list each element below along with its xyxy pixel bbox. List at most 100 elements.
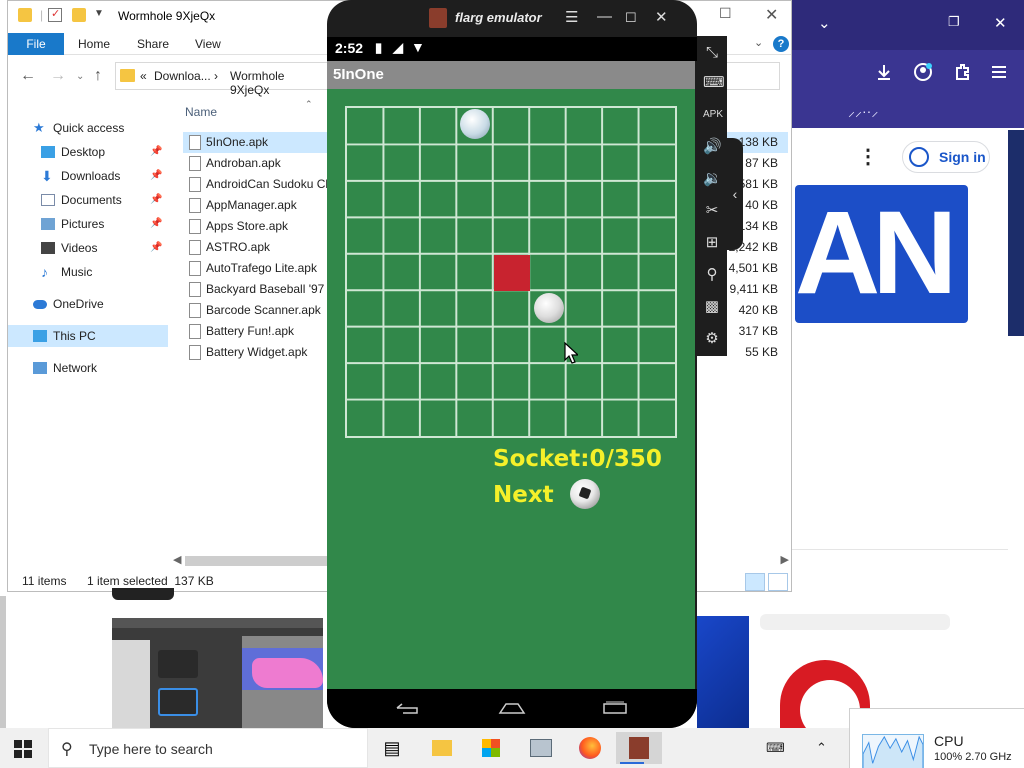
thumbnail-menu [112,618,323,628]
back-arrow-icon[interactable]: ← [20,67,36,85]
forward-arrow-icon[interactable]: → [50,67,66,85]
apk-install-icon[interactable]: APK [703,106,723,124]
emulator-menu-icon[interactable]: ☰ [565,8,578,26]
address-bar[interactable]: « Downloa... › Wormhole 9XjeQx [115,62,328,97]
sidebar-item-quick-access[interactable]: ★ Quick access [8,117,168,139]
photo-app-taskbar-icon[interactable] [525,732,557,764]
sign-in-button[interactable]: Sign in [902,141,990,173]
android-nav-bar [327,689,697,728]
add-icon[interactable]: ⊞ [703,234,721,252]
new-folder-icon[interactable] [72,8,86,22]
sidebar-item-music[interactable]: ♪ Music [8,261,168,283]
sidebar-item-network[interactable]: Network [8,357,168,379]
help-icon[interactable]: ? [773,36,789,52]
close-icon[interactable]: ✕ [765,5,778,25]
volume-up-icon[interactable]: 🔊 [703,138,722,156]
menu-icon[interactable] [990,63,1008,81]
search-placeholder: Type here to search [89,741,213,757]
keyboard-tray-icon[interactable]: ⌨ [766,740,785,756]
recents-nav-icon[interactable] [602,701,628,715]
tab-view[interactable]: View [195,37,221,51]
red-block[interactable] [494,255,530,291]
navigation-pane: ★ Quick access Desktop 📌 ⬇ Downloads 📌 D… [8,109,168,569]
sidebar-item-downloads[interactable]: ⬇ Downloads 📌 [8,165,168,187]
scrollbar-thumb[interactable] [185,556,330,566]
pin-icon[interactable]: 📌 [150,213,162,235]
file-name: ASTRO.apk [206,240,271,254]
pin-icon[interactable]: 📌 [150,165,162,187]
scissors-icon[interactable]: ✂ [703,202,721,220]
emulator-maximize-icon[interactable]: ☐ [625,10,637,26]
image-editor-thumbnail [112,618,323,728]
fullscreen-icon[interactable]: ⤡ [703,44,721,62]
browser-site-strip: ⸝⸝··⸝ [790,98,1024,128]
home-nav-icon[interactable] [498,701,526,715]
scroll-right-icon[interactable]: ▶ [781,553,789,566]
details-view-icon[interactable] [745,573,765,591]
browser-close-icon[interactable]: ✕ [994,14,1007,32]
expand-ribbon-icon[interactable]: ⌄ [754,36,763,49]
file-name: AppManager.apk [206,198,297,212]
page-image-blue [697,616,749,728]
baseball[interactable] [534,293,564,323]
thumbnail-canvas-pink [252,658,323,688]
breadcrumb-overflow[interactable]: « [140,69,147,83]
up-arrow-icon[interactable]: ↑ [94,67,102,85]
file-icon [189,177,201,192]
keyboard-icon[interactable]: ⌨ [703,74,725,92]
collapse-toolbar-icon[interactable]: ‹ [727,138,743,250]
location-icon[interactable]: ⚲ [703,266,721,284]
tab-home[interactable]: Home [78,37,110,51]
maximize-icon[interactable]: ☐ [719,5,732,22]
browser-tab-chevron-icon[interactable]: ⌄ [818,14,831,32]
breadcrumb-wormhole[interactable]: Wormhole 9XjeQx [230,69,327,97]
next-soccer-ball [570,479,600,509]
file-explorer-taskbar-icon[interactable] [426,732,458,764]
sidebar-item-desktop[interactable]: Desktop 📌 [8,141,168,163]
column-header-name[interactable]: Name [185,105,217,119]
show-hidden-icons[interactable]: ⌃ [816,740,827,756]
profile-icon[interactable] [913,62,933,82]
settings-icon[interactable]: ⚙ [703,330,721,348]
windows-start-icon[interactable] [14,740,32,758]
quick-access-dropdown-icon[interactable]: ▼ [94,8,104,19]
pin-icon[interactable]: 📌 [150,237,162,259]
scroll-left-icon[interactable]: ◀ [173,553,181,566]
cpu-widget[interactable]: CPU 100% 2.70 GHz [849,708,1024,768]
volume-down-icon[interactable]: 🔉 [703,170,722,188]
sidebar-item-pictures[interactable]: Pictures 📌 [8,213,168,235]
extensions-icon[interactable] [952,62,972,82]
task-view-icon[interactable]: ▤ [376,732,408,764]
sidebar-label: Downloads [61,169,121,183]
more-options-icon[interactable]: ⋮ [858,146,878,168]
tab-file[interactable]: File [8,33,64,55]
game-board-area[interactable]: Socket:0/350 Next [327,89,695,689]
properties-icon[interactable]: ✓ [48,8,62,22]
back-nav-icon[interactable] [395,701,421,715]
emulator-minimize-icon[interactable]: — [597,8,612,25]
documents-folder-icon [41,194,55,206]
sidebar-item-videos[interactable]: Videos 📌 [8,237,168,259]
store-taskbar-icon[interactable] [475,732,507,764]
browser-restore-icon[interactable]: ❐ [948,14,960,30]
firefox-taskbar-icon[interactable] [574,732,606,764]
tab-share[interactable]: Share [137,37,169,51]
thumbnail-panel [112,640,150,728]
sign-in-label: Sign in [939,149,986,165]
pin-icon[interactable]: 📌 [150,189,162,211]
recent-locations-icon[interactable]: ⌄ [76,71,84,82]
large-icons-view-icon[interactable] [768,573,788,591]
sidebar-item-onedrive[interactable]: OneDrive [8,293,168,315]
emulator-close-icon[interactable]: ✕ [655,8,668,26]
taskbar-search-box[interactable]: ⚲ Type here to search [48,728,368,768]
download-icon[interactable] [874,62,894,82]
white-ball[interactable] [460,109,490,139]
emulator-taskbar-icon[interactable] [616,732,662,764]
breadcrumb-downloads[interactable]: Downloa... [154,69,211,83]
emulator-window: flarg emulator ☰ — ☐ ✕ 2:52 ▮ ◢ ▼ 5InOne… [327,0,697,728]
vibrate-icon[interactable]: ▩ [703,298,721,316]
star-icon: ★ [33,120,45,135]
sidebar-item-this-pc[interactable]: This PC [8,325,168,347]
pin-icon[interactable]: 📌 [150,141,162,163]
sidebar-item-documents[interactable]: Documents 📌 [8,189,168,211]
